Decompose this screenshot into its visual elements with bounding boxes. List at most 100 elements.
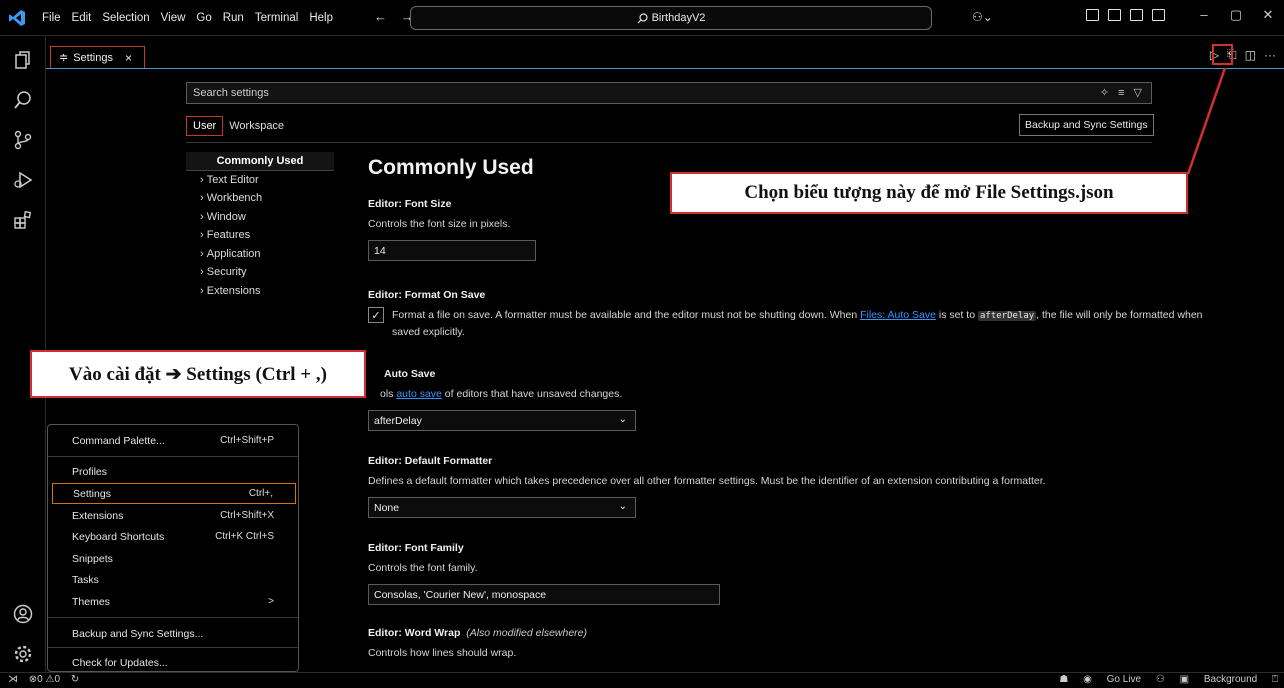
chevron-right-icon: › [200,173,207,186]
toc-label: Extensions [206,284,261,297]
search-filter-icons[interactable]: ✧ ≡ ▽ [1100,86,1145,99]
go-live-label: Go Live [1106,674,1142,685]
extension-icon[interactable]: ☗ [1059,674,1068,685]
menu-view[interactable]: View [161,12,186,24]
toc-security[interactable]: › Security [186,263,334,282]
menu-help[interactable]: Help [309,12,333,24]
menu-run[interactable]: Run [223,12,244,24]
font-size-input[interactable]: 14 [368,240,536,261]
status-bar: ⋊ ⊗0 ⚠0 ↻ ☗ ◉ Go Live ⚇ ▣ Background ⍞ [0,672,1284,688]
menu-selection[interactable]: Selection [102,12,149,24]
toc-features[interactable]: › Features [186,226,334,245]
menu-go[interactable]: Go [196,12,211,24]
menu-separator [48,617,298,618]
title-bar: File Edit Selection View Go Run Terminal… [0,0,1284,36]
background-button[interactable]: ▣ Background [1180,674,1258,685]
menu-settings[interactable]: Settings Ctrl+, [52,483,296,504]
vscode-logo-icon [9,10,25,26]
toc-window[interactable]: › Window [186,208,334,227]
extensions-icon[interactable] [12,209,34,231]
go-live-button[interactable]: ◉ Go Live [1083,674,1141,685]
toggle-secondary-sidebar-icon[interactable] [1152,9,1165,21]
menu-edit[interactable]: Edit [72,12,92,24]
select-value: afterDelay [374,414,422,427]
menu-terminal[interactable]: Terminal [255,12,298,24]
menu-shortcut: Ctrl+Shift+X [220,510,274,521]
search-icon[interactable] [12,89,34,111]
settings-search-input[interactable]: Search settings ✧ ≡ ▽ [186,82,1152,104]
notifications-icon[interactable]: ⍞ [1272,674,1278,685]
sync-icon[interactable]: ↻ [71,674,79,685]
search-icon [637,12,648,23]
menu-command-palette[interactable]: Command Palette... Ctrl+Shift+P [52,430,296,451]
back-arrow-icon[interactable]: ← [374,9,387,24]
files-auto-save-link[interactable]: Files: Auto Save [860,309,936,321]
source-control-icon[interactable] [12,129,34,151]
format-on-save-checkbox[interactable]: ✓ [368,307,384,323]
menu-extensions[interactable]: Extensions Ctrl+Shift+X [52,505,296,526]
minimize-icon[interactable]: – [1188,7,1220,23]
copilot-icon[interactable]: ⚇⌄ [972,10,993,24]
font-family-input[interactable]: Consolas, 'Courier New', monospace [368,584,720,605]
toggle-sidebar-icon[interactable] [1108,9,1121,21]
menu-label: Extensions [72,509,124,522]
auto-save-select[interactable]: afterDelay ⌄ [368,410,636,431]
restore-icon[interactable]: ▢ [1220,7,1252,23]
close-window-icon[interactable]: ✕ [1252,7,1284,23]
menu-snippets[interactable]: Snippets [52,548,296,569]
customize-layout-icon[interactable] [1086,9,1099,21]
toc-extensions[interactable]: › Extensions [186,282,334,301]
problems-indicator[interactable]: ⊗0 ⚠0 [29,674,60,685]
backup-sync-button[interactable]: Backup and Sync Settings [1019,114,1154,136]
menu-label: Backup and Sync Settings... [72,627,204,640]
chevron-right-icon: › [200,266,207,279]
toc-workbench[interactable]: › Workbench [186,189,334,208]
toc-text-editor[interactable]: › Text Editor [186,171,334,190]
manage-gear-icon[interactable] [12,643,34,665]
settings-toc: Commonly Used › Text Editor › Workbench … [186,152,334,300]
format-on-save-row: ✓ Format a file on save. A formatter mus… [368,307,1228,340]
command-center[interactable]: BirthdayV2 [410,6,932,30]
menu-bar: File Edit Selection View Go Run Terminal… [42,0,344,36]
menu-label: Themes [72,595,110,608]
copilot-status-icon[interactable]: ⚇ [1156,674,1165,685]
run-debug-icon[interactable] [12,169,34,191]
tab-settings[interactable]: ≑ Settings × [50,46,145,68]
menu-tasks[interactable]: Tasks [52,569,296,590]
menu-check-updates[interactable]: Check for Updates... [52,652,296,673]
more-actions-icon[interactable]: ··· [1264,48,1276,62]
setting-format-on-save: Editor: Format On Save ✓ Format a file o… [368,289,1228,340]
explorer-icon[interactable] [12,49,34,71]
setting-title: Editor: Font Family [368,542,464,554]
desc-part: is set to [935,309,978,321]
setting-default-formatter: Editor: Default Formatter Defines a defa… [368,455,1228,518]
close-tab-icon[interactable]: × [125,51,132,65]
menu-themes[interactable]: Themes > [52,591,296,612]
status-left: ⋊ ⊗0 ⚠0 ↻ [8,674,87,685]
settings-list: Commonly Used Editor: Font Size Controls… [368,156,1228,661]
remote-icon[interactable]: ⋊ [8,674,18,685]
tab-user[interactable]: User [186,116,224,136]
split-editor-icon[interactable]: ◫ [1245,48,1256,62]
toc-commonly-used[interactable]: Commonly Used [186,152,334,171]
menu-profiles[interactable]: Profiles [52,461,296,482]
chevron-right-icon: › [200,192,207,205]
modified-note[interactable]: (Also modified elsewhere) [466,627,587,639]
accounts-icon[interactable] [12,603,34,625]
desc-part: ols [380,388,397,400]
default-formatter-select[interactable]: None ⌄ [368,497,636,518]
menu-keyboard-shortcuts[interactable]: Keyboard Shortcuts Ctrl+K Ctrl+S [52,526,296,547]
background-label: Background [1203,674,1258,685]
menu-shortcut: Ctrl+K Ctrl+S [215,531,274,542]
menu-backup-sync[interactable]: Backup and Sync Settings... [52,623,296,644]
menu-label: Tasks [72,573,99,586]
menu-file[interactable]: File [42,12,61,24]
toc-application[interactable]: › Application [186,245,334,264]
toc-label: Window [206,210,246,223]
tab-workspace[interactable]: Workspace [223,116,290,136]
auto-save-link[interactable]: auto save [396,388,442,400]
toggle-panel-icon[interactable] [1130,9,1143,21]
toc-label: Application [206,247,261,260]
setting-desc: Controls the font family. [368,562,478,574]
settings-scope-tabs: User Workspace [186,116,290,136]
